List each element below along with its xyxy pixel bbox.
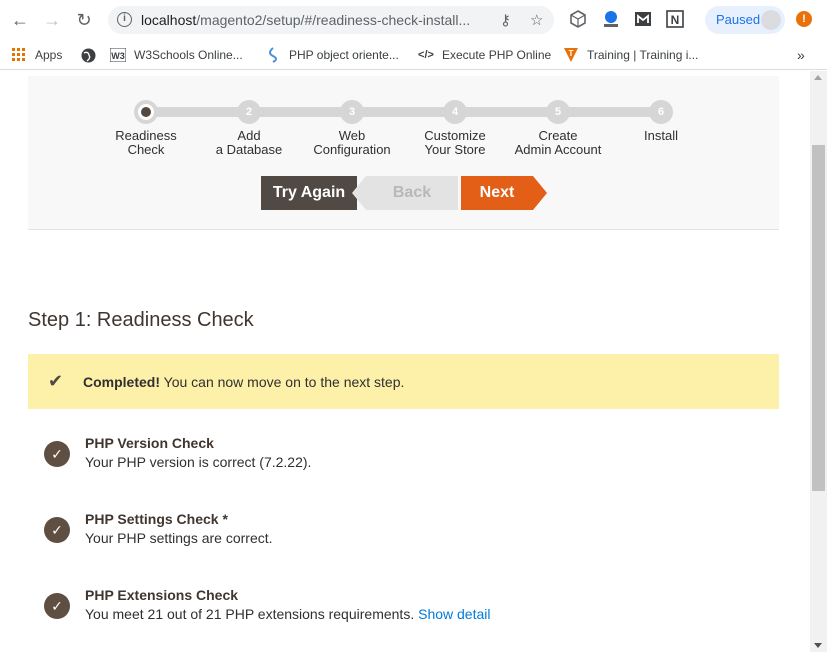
bookmark-apps[interactable]: Apps <box>11 46 62 64</box>
step-dot-2: 2 <box>237 100 261 124</box>
show-detail-link[interactable]: Show detail <box>418 606 490 622</box>
step-label-install: Install <box>644 128 678 143</box>
bookmark-training[interactable]: T Training | Training i... <box>563 46 698 64</box>
step-dot-4: 4 <box>443 100 467 124</box>
check-title: PHP Version Check <box>85 435 214 451</box>
info-icon[interactable]: i <box>117 12 132 27</box>
step-label-database: Add a Database <box>215 128 283 157</box>
download-extension-icon[interactable] <box>602 10 620 28</box>
notice-message: Completed! You can now move on to the ne… <box>83 374 404 390</box>
check-desc-text: You meet 21 out of 21 PHP extensions req… <box>85 606 419 622</box>
key-icon[interactable]: ⚷ <box>500 11 511 29</box>
update-alert-icon[interactable]: ! <box>796 11 812 27</box>
checkmark-icon: ✔ <box>48 371 64 391</box>
notice-bold: Completed! <box>83 374 160 390</box>
bookmark-label: Training | Training i... <box>587 48 699 62</box>
check-desc: Your PHP settings are correct. <box>85 530 273 546</box>
next-button[interactable]: Next <box>461 176 547 210</box>
more-bookmarks-icon[interactable]: » <box>797 46 805 64</box>
page-content: 2 3 4 5 6 Readiness Check Add a Database W… <box>0 71 827 652</box>
bookmark-label: W3Schools Online... <box>134 48 243 62</box>
check-circle-icon: ✓ <box>44 593 70 619</box>
check-desc: Your PHP version is correct (7.2.22). <box>85 454 312 470</box>
cube-extension-icon[interactable] <box>569 10 587 28</box>
check-title: PHP Extensions Check <box>85 587 239 603</box>
svg-text:W3: W3 <box>111 51 125 61</box>
svg-text:N: N <box>671 13 680 27</box>
address-bar[interactable]: i localhost/magento2/setup/#/readiness-c… <box>108 6 554 34</box>
step-label-admin: Create Admin Account <box>514 128 602 157</box>
page-scrollbar[interactable] <box>810 71 827 652</box>
profile-status: Paused <box>716 12 761 27</box>
step-dot-5: 5 <box>546 100 570 124</box>
bookmark-label: Execute PHP Online <box>442 48 552 62</box>
w3schools-icon: W3 <box>110 47 126 63</box>
back-button[interactable]: Back <box>352 176 458 210</box>
step-label-customize: Customize Your Store <box>424 128 486 157</box>
training-icon: T <box>563 47 579 63</box>
page-title: Step 1: Readiness Check <box>28 309 254 331</box>
browser-toolbar: ← → ↻ i localhost/magento2/setup/#/readi… <box>0 0 827 40</box>
bookmarks-bar: Apps W3 W3Schools Online... PHP object o… <box>0 40 827 70</box>
bookmark-php-oop[interactable]: PHP object oriente... <box>265 46 399 64</box>
url-text[interactable]: localhost/magento2/setup/#/readiness-che… <box>141 12 491 28</box>
php-icon <box>265 47 281 63</box>
bookmark-globe[interactable] <box>80 46 104 64</box>
notion-extension-icon[interactable]: N <box>666 10 684 28</box>
bookmark-label: PHP object oriente... <box>289 48 399 62</box>
step-dot-6: 6 <box>649 100 673 124</box>
bookmark-execute-php[interactable]: </> Execute PHP Online <box>418 46 551 64</box>
step-dot-1 <box>134 100 158 124</box>
star-icon[interactable]: ☆ <box>530 11 543 29</box>
code-icon: </> <box>418 49 434 61</box>
url-host: localhost <box>141 12 197 28</box>
avatar <box>761 10 781 30</box>
try-again-button[interactable]: Try Again <box>261 176 357 210</box>
check-circle-icon: ✓ <box>44 517 70 543</box>
bookmark-label: Apps <box>35 48 63 62</box>
bookmark-w3schools[interactable]: W3 W3Schools Online... <box>110 46 243 64</box>
svg-text:T: T <box>569 49 574 58</box>
progress-track <box>146 107 661 117</box>
scroll-up-icon[interactable] <box>814 75 822 80</box>
back-arrow-icon[interactable]: ← <box>8 8 32 32</box>
gmail-extension-icon[interactable] <box>634 10 652 28</box>
forward-arrow-icon[interactable]: → <box>40 8 64 32</box>
step-label-web-config: Web Configuration <box>313 128 391 157</box>
check-circle-icon: ✓ <box>44 441 70 467</box>
apps-grid-icon <box>11 47 27 63</box>
check-desc: You meet 21 out of 21 PHP extensions req… <box>85 606 491 622</box>
success-notice: ✔ Completed! You can now move on to the … <box>28 354 779 409</box>
step-dot-3: 3 <box>340 100 364 124</box>
setup-wizard-nav: 2 3 4 5 6 Readiness Check Add a Database W… <box>28 76 779 230</box>
globe-icon <box>80 47 96 63</box>
reload-icon[interactable]: ↻ <box>72 8 96 32</box>
step-label-readiness: Readiness Check <box>115 128 177 157</box>
url-path: /magento2/setup/#/readiness-check-instal… <box>196 12 471 28</box>
profile-button[interactable]: Paused <box>705 6 785 34</box>
check-title: PHP Settings Check * <box>85 511 228 527</box>
scroll-down-icon[interactable] <box>814 643 822 648</box>
scrollbar-thumb[interactable] <box>812 145 825 491</box>
notice-text: You can now move on to the next step. <box>160 374 405 390</box>
